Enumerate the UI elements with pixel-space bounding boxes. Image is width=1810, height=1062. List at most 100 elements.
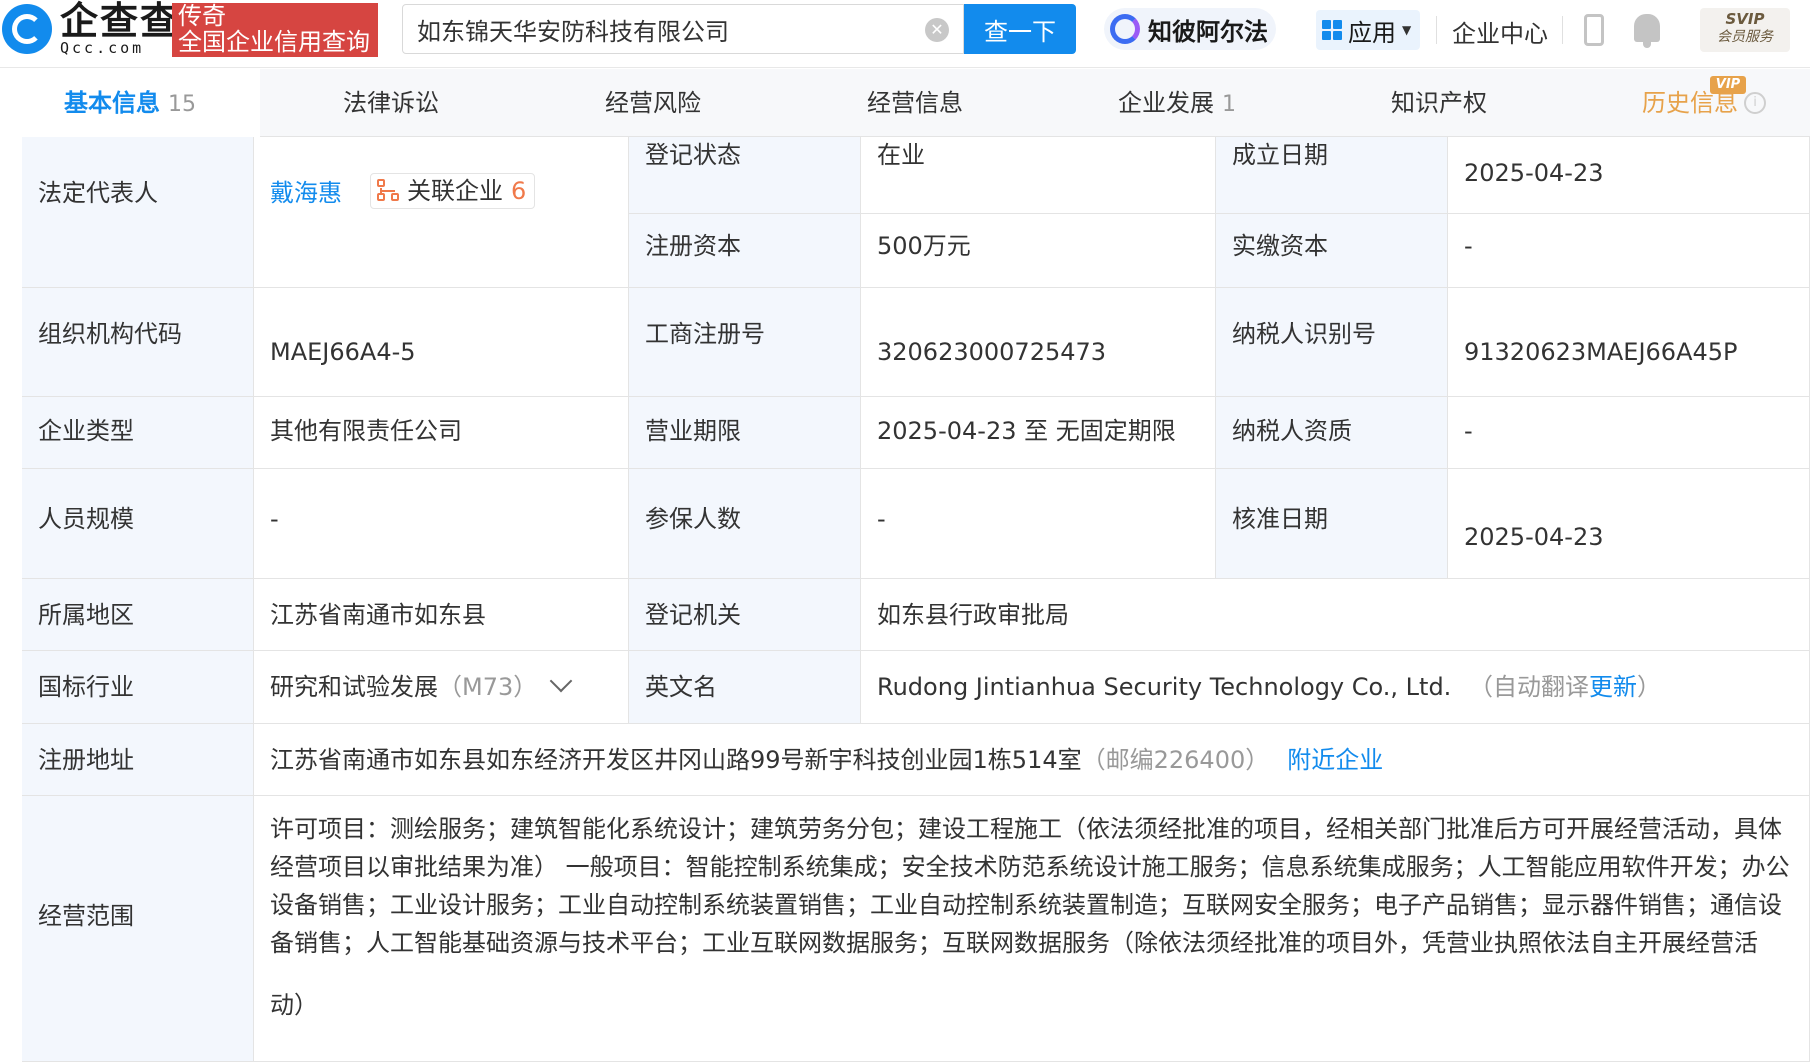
- scope-line: 设备销售；工业设计服务；工业自动控制系统装置销售；工业自动控制系统装置制造；互联…: [270, 891, 1782, 919]
- insured-value-cell: -: [861, 469, 1216, 579]
- vip-badge: VIP: [1710, 76, 1746, 94]
- clear-icon[interactable]: ✕: [925, 18, 949, 42]
- taxpayer-id-value: 91320623MAEJ66A45P: [1464, 338, 1738, 366]
- org-code-label: 组织机构代码: [38, 320, 182, 348]
- tab-count: 15: [168, 92, 196, 117]
- taxpayer-id-label-cell: 纳税人识别号: [1216, 288, 1448, 397]
- top-header: 企查查 Qcc.com 传奇 全国企业信用查询 ✕ 查一下 知彼阿尔法 应用 ▼…: [0, 0, 1810, 68]
- address-value: 江苏省南通市如东县如东经济开发区井冈山路99号新宇科技创业园1栋514室: [270, 746, 1082, 774]
- header-divider: [1436, 16, 1437, 44]
- address-label-cell: 注册地址: [22, 724, 254, 796]
- address-wrap: 江苏省南通市如东县如东经济开发区井冈山路99号新宇科技创业园1栋514室（邮编2…: [270, 744, 1383, 776]
- reg-capital-value-cell: 500万元: [861, 214, 1216, 288]
- taxpayer-qual-value: -: [1464, 417, 1473, 445]
- industry-value-wrap[interactable]: 研究和试验发展（M73）: [270, 669, 573, 703]
- biz-reg-no-label: 工商注册号: [645, 320, 765, 348]
- tab-basic-info[interactable]: 基本信息 15: [0, 69, 260, 137]
- biz-reg-no-label-cell: 工商注册号: [629, 288, 861, 397]
- tab-label: 经营信息: [867, 89, 963, 117]
- tab-intellectual-property[interactable]: 知识产权: [1308, 69, 1570, 137]
- tab-enterprise-development[interactable]: 企业发展 1: [1046, 69, 1308, 137]
- reg-capital-value: 500万元: [877, 232, 971, 260]
- svip-member-button[interactable]: SVIP 会员服务: [1700, 8, 1790, 52]
- tab-count: 1: [1222, 92, 1236, 117]
- related-enterprises-label: 关联企业: [407, 177, 503, 205]
- info-circle-icon[interactable]: i: [1744, 92, 1766, 114]
- region-value: 江苏省南通市如东县: [270, 601, 486, 629]
- zhibi-alpha-button[interactable]: 知彼阿尔法: [1104, 8, 1276, 50]
- tab-label: 经营风险: [605, 89, 701, 117]
- scope-line: 备销售；人工智能基础资源与技术平台；工业互联网数据服务；互联网数据服务（除依法须…: [270, 929, 1758, 957]
- logo-cn-text: 企查查: [60, 0, 181, 43]
- scope-line: 经营项目以审批结果为准） 一般项目：智能控制系统集成；安全技术防范系统设计施工服…: [270, 853, 1790, 881]
- paid-capital-label: 实缴资本: [1232, 232, 1328, 260]
- business-scope-text: 许可项目：测绘服务；建筑智能化系统设计；建筑劳务分包；建设工程施工（依法须经批准…: [270, 810, 1810, 1024]
- apps-grid-icon: [1322, 20, 1342, 40]
- taxpayer-id-value-cell: 91320623MAEJ66A45P: [1448, 288, 1810, 397]
- reg-status-value-cell: 在业: [861, 137, 1216, 214]
- auto-translate-note: （自动翻译: [1468, 673, 1589, 701]
- reg-status-label-cell: 登记状态: [629, 137, 861, 214]
- biz-term-value-cell: 2025-04-23 至 无固定期限: [861, 397, 1216, 469]
- scope-label: 经营范围: [38, 902, 134, 930]
- site-logo[interactable]: 企查查 Qcc.com: [0, 2, 180, 56]
- apps-menu-button[interactable]: 应用 ▼: [1316, 10, 1420, 50]
- auto-translate-note-end: ）: [1636, 673, 1661, 701]
- industry-label: 国标行业: [38, 673, 134, 701]
- tab-label: 法律诉讼: [343, 89, 439, 117]
- english-name-value: Rudong Jintianhua Security Technology Co…: [877, 673, 1452, 701]
- authority-value-cell: 如东县行政审批局: [861, 579, 1810, 651]
- biz-term-value: 2025-04-23 至 无固定期限: [877, 417, 1176, 445]
- taxpayer-qual-value-cell: -: [1448, 397, 1810, 469]
- region-label-cell: 所属地区: [22, 579, 254, 651]
- founded-label-cell: 成立日期: [1216, 137, 1448, 214]
- reg-capital-label: 注册资本: [645, 232, 741, 260]
- reg-status-value: 在业: [877, 141, 925, 169]
- biz-term-label: 营业期限: [645, 417, 741, 445]
- header-divider: [1562, 16, 1563, 44]
- approved-label: 核准日期: [1232, 505, 1328, 533]
- related-enterprises-tag[interactable]: 关联企业 6: [370, 173, 536, 209]
- notification-bell-icon[interactable]: [1634, 14, 1660, 48]
- region-value-cell: 江苏省南通市如东县: [254, 579, 629, 651]
- english-name-label-cell: 英文名: [629, 651, 861, 724]
- paid-capital-label-cell: 实缴资本: [1216, 214, 1448, 288]
- reg-status-label: 登记状态: [645, 141, 741, 169]
- insured-label-cell: 参保人数: [629, 469, 861, 579]
- mobile-phone-icon[interactable]: [1584, 14, 1604, 46]
- postcode-value: （邮编226400）: [1081, 746, 1270, 774]
- authority-value: 如东县行政审批局: [877, 601, 1069, 629]
- scope-line: 许可项目：测绘服务；建筑智能化系统设计；建筑劳务分包；建设工程施工（依法须经批准…: [270, 815, 1782, 843]
- staff-size-value-cell: -: [254, 469, 629, 579]
- scope-value-cell: 许可项目：测绘服务；建筑智能化系统设计；建筑劳务分包；建设工程施工（依法须经批准…: [254, 796, 1810, 1062]
- insured-label: 参保人数: [645, 505, 741, 533]
- search-button[interactable]: 查一下: [964, 4, 1076, 54]
- approved-label-cell: 核准日期: [1216, 469, 1448, 579]
- tab-business-risk[interactable]: 经营风险: [522, 69, 784, 137]
- scope-label-cell: 经营范围: [22, 796, 254, 1062]
- search-input[interactable]: [417, 15, 917, 43]
- tab-history-info[interactable]: 历史信息: [1570, 69, 1810, 137]
- enterprise-center-link[interactable]: 企业中心: [1452, 14, 1548, 49]
- nearby-enterprises-link[interactable]: 附近企业: [1287, 746, 1383, 774]
- apps-label: 应用: [1348, 18, 1396, 47]
- legal-rep-label: 法定代表人: [38, 179, 158, 207]
- tab-label: 企业发展: [1118, 89, 1214, 117]
- tab-legal-litigation[interactable]: 法律诉讼: [260, 69, 522, 137]
- org-code-label-cell: 组织机构代码: [22, 288, 254, 397]
- founded-value-cell: 2025-04-23: [1448, 137, 1810, 214]
- chevron-down-icon[interactable]: [549, 669, 573, 693]
- approved-value: 2025-04-23: [1464, 523, 1604, 551]
- taxpayer-qual-label: 纳税人资质: [1232, 417, 1352, 445]
- scope-line: 动）: [270, 991, 318, 1019]
- industry-value: 研究和试验发展: [270, 673, 438, 701]
- legal-rep-name-link[interactable]: 戴海惠: [270, 177, 342, 209]
- english-name-value-cell: Rudong Jintianhua Security Technology Co…: [861, 651, 1810, 724]
- zhibi-label: 知彼阿尔法: [1148, 17, 1268, 46]
- update-translation-link[interactable]: 更新: [1589, 673, 1637, 701]
- org-tree-icon: [377, 179, 401, 203]
- authority-label-cell: 登记机关: [629, 579, 861, 651]
- english-name-wrap: Rudong Jintianhua Security Technology Co…: [877, 671, 1661, 703]
- tab-business-info[interactable]: 经营信息: [784, 69, 1046, 137]
- founded-value: 2025-04-23: [1464, 159, 1604, 187]
